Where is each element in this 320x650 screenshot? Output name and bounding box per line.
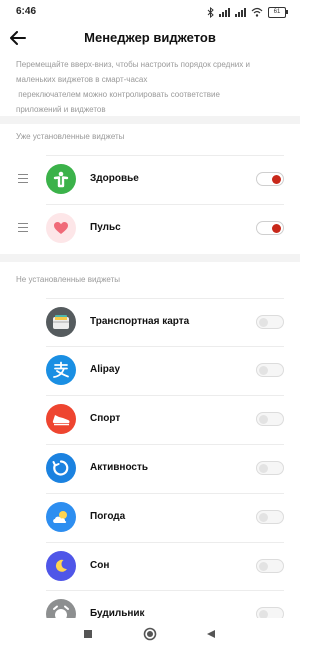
battery-icon: 61	[268, 6, 288, 18]
widget-label: Активность	[90, 462, 149, 473]
status-time: 6:46	[16, 6, 37, 17]
back-nav-button[interactable]	[203, 626, 219, 642]
widget-label: Погода	[90, 511, 126, 522]
section-divider	[0, 116, 300, 124]
section-label-not-installed: Не установленные виджеты	[16, 275, 121, 284]
section-divider	[0, 254, 300, 262]
widget-toggle-weather[interactable]	[256, 510, 284, 524]
widget-toggle-activity[interactable]	[256, 461, 284, 475]
row-separator	[46, 395, 284, 396]
circle-icon	[143, 627, 157, 641]
row-separator	[46, 298, 284, 299]
widget-row-sport: Спорт	[0, 395, 300, 443]
drag-handle[interactable]	[18, 174, 28, 183]
widget-toggle-pulse[interactable]	[256, 221, 284, 235]
widget-row-pulse: Пульс	[0, 204, 300, 252]
widget-label: Спорт	[90, 413, 121, 424]
triangle-back-icon	[207, 630, 215, 638]
home-button[interactable]	[142, 626, 158, 642]
activity-icon	[46, 453, 76, 483]
header: Менеджер виджетов	[0, 24, 300, 52]
bluetooth-icon	[207, 6, 214, 18]
wallet-icon	[46, 307, 76, 337]
row-separator	[46, 155, 284, 156]
widget-row-health: Здоровье	[0, 155, 300, 203]
intro-line: маленьких виджетов в смарт-часах	[16, 75, 148, 84]
health-icon	[46, 164, 76, 194]
row-separator	[46, 204, 284, 205]
intro-line: переключателем можно контролировать соот…	[16, 90, 220, 99]
moon-icon	[46, 551, 76, 581]
row-separator	[46, 542, 284, 543]
widget-row-weather: Погода	[0, 493, 300, 541]
widget-label: Пульс	[90, 222, 121, 233]
intro-text: Перемещайте вверх-вниз, чтобы настроить …	[16, 57, 288, 117]
widget-row-sleep: Сон	[0, 542, 300, 590]
status-bar: 6:46 61	[0, 0, 300, 24]
widget-row-activity: Активность	[0, 444, 300, 492]
signal-icon-2	[235, 7, 246, 17]
row-separator	[46, 493, 284, 494]
widget-toggle-sport[interactable]	[256, 412, 284, 426]
drag-handle[interactable]	[18, 223, 28, 232]
page-title: Менеджер виджетов	[84, 30, 216, 45]
alipay-icon	[46, 355, 76, 385]
widget-label: Alipay	[90, 364, 121, 375]
widget-row-transport-card: Транспортная карта	[0, 298, 300, 346]
section-label-installed: Уже установленные виджеты	[16, 132, 125, 141]
intro-line: Перемещайте вверх-вниз, чтобы настроить …	[16, 60, 250, 69]
recents-button[interactable]	[80, 626, 96, 642]
widget-toggle-sleep[interactable]	[256, 559, 284, 573]
widget-row-alipay: Alipay	[0, 346, 300, 394]
widget-label: Сон	[90, 560, 110, 571]
signal-icon	[219, 7, 230, 17]
intro-line: приложений и виджетов	[16, 105, 106, 114]
wifi-icon	[251, 7, 263, 17]
widget-label: Транспортная карта	[90, 316, 190, 327]
row-separator	[46, 444, 284, 445]
heart-icon	[46, 213, 76, 243]
status-icons: 61	[207, 5, 288, 19]
system-nav-bar	[0, 618, 300, 650]
weather-icon	[46, 502, 76, 532]
widget-toggle-alipay[interactable]	[256, 363, 284, 377]
sneaker-icon	[46, 404, 76, 434]
row-separator	[46, 590, 284, 591]
widget-label: Здоровье	[90, 173, 139, 184]
widget-toggle-health[interactable]	[256, 172, 284, 186]
row-separator	[46, 346, 284, 347]
square-icon	[84, 630, 92, 638]
widget-toggle-transport-card[interactable]	[256, 315, 284, 329]
